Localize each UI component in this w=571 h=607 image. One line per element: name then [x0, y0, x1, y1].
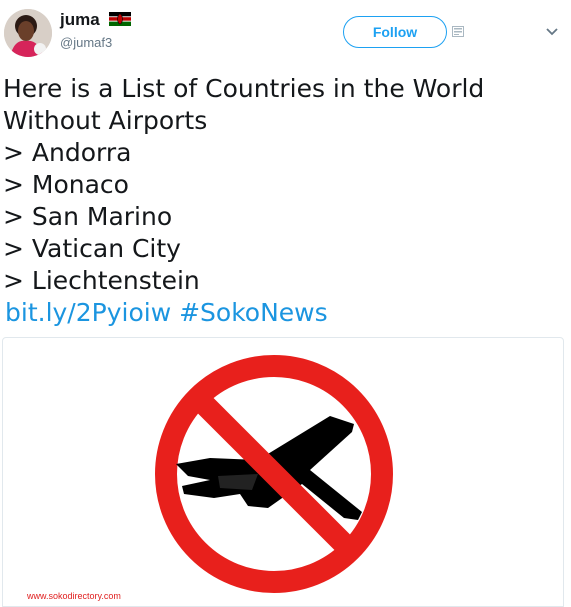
avatar[interactable] [4, 9, 52, 57]
tweet-line: > Monaco [3, 170, 129, 199]
user-handle[interactable]: @jumaf3 [60, 35, 112, 50]
chevron-down-icon[interactable] [545, 27, 559, 37]
tweet-header: juma @jumaf3 Follow [0, 0, 571, 70]
tweet-line: > San Marino [3, 202, 173, 231]
image-watermark: www.sokodirectory.com [27, 591, 121, 601]
hashtag-link[interactable]: #SokoNews [179, 298, 328, 327]
short-link[interactable]: bit.ly/2Pyioiw [5, 298, 171, 327]
tweet-line: > Liechtenstein [3, 266, 200, 295]
no-airplanes-sign [155, 355, 393, 593]
sms-icon[interactable] [452, 26, 464, 37]
tweet-line: > Andorra [3, 138, 132, 167]
tweet-line: Without Airports [3, 106, 208, 135]
follow-button[interactable]: Follow [343, 16, 447, 48]
tweet-line: > Vatican City [3, 234, 181, 263]
kenya-flag-icon [109, 12, 131, 26]
tweet-media[interactable]: www.sokodirectory.com [2, 337, 564, 607]
tweet-line: Here is a List of Countries in the World [3, 74, 485, 103]
tweet-text: Here is a List of Countries in the World… [3, 73, 563, 297]
display-name[interactable]: juma [60, 10, 100, 30]
avatar-image [4, 9, 52, 57]
tweet-links: bit.ly/2Pyioiw #SokoNews [5, 297, 328, 329]
